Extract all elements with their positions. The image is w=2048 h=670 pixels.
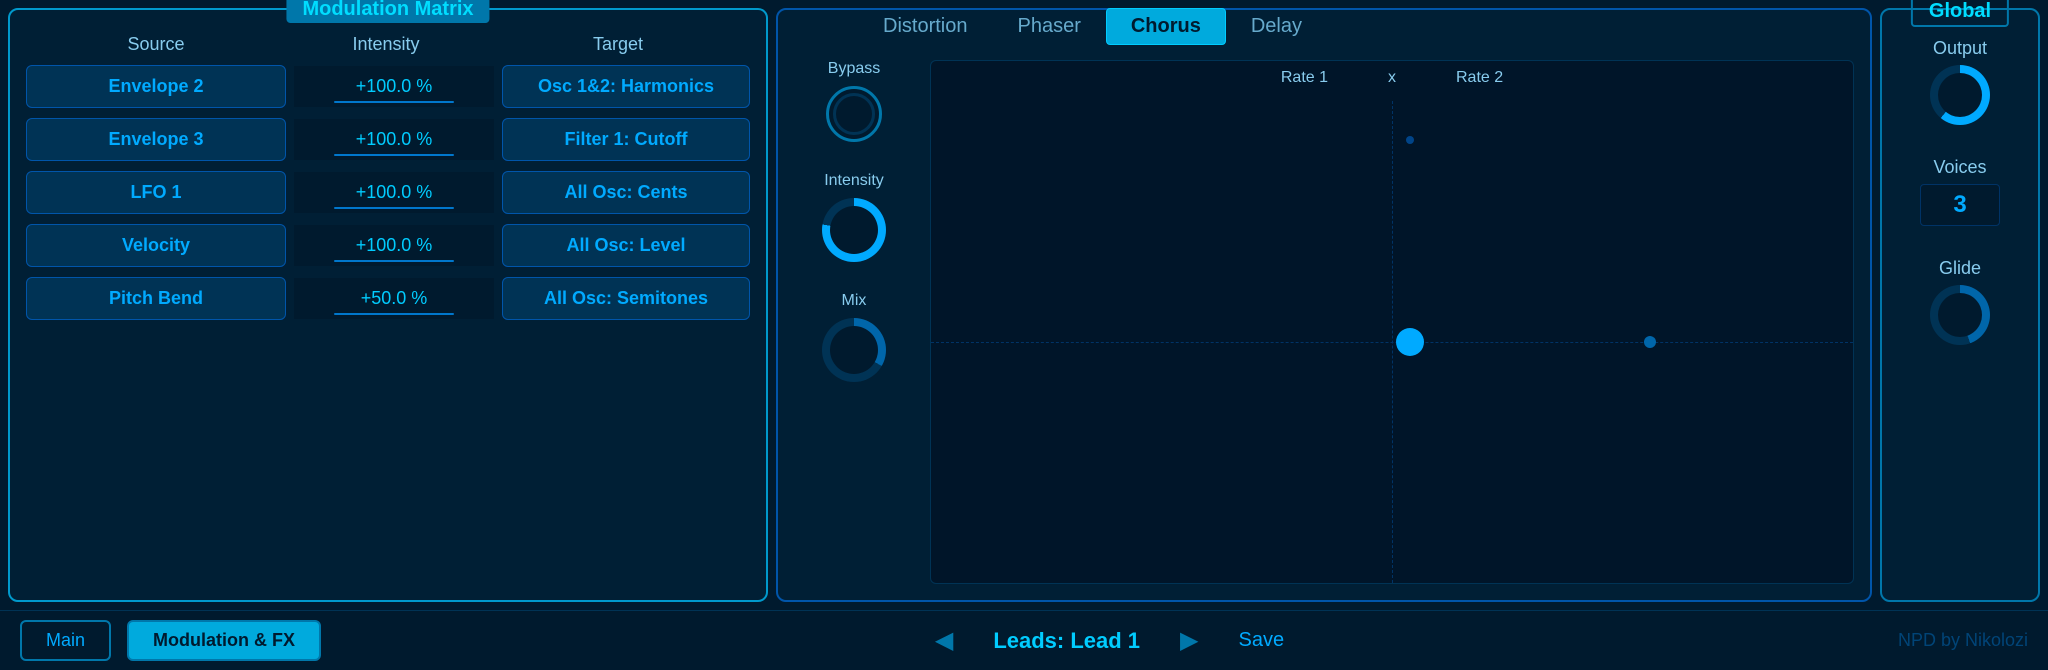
chorus-content: Bypass Intensity Mix Rate 1 x Rate 2 bbox=[778, 10, 1870, 600]
effects-tab-bar: Distortion Phaser Chorus Delay bbox=[778, 8, 1870, 45]
mod-intensity-3[interactable]: +100.0 % bbox=[294, 225, 494, 266]
tab-delay[interactable]: Delay bbox=[1226, 8, 1327, 45]
output-section: Output bbox=[1894, 38, 2026, 125]
xy-grid-header: Rate 1 x Rate 2 bbox=[931, 61, 1853, 95]
bottom-bar: Main Modulation & FX ◀ Leads: Lead 1 ▶ S… bbox=[0, 610, 2048, 670]
mod-row: LFO 1 +100.0 % All Osc: Cents bbox=[26, 171, 750, 214]
mod-target-4[interactable]: All Osc: Semitones bbox=[502, 277, 750, 320]
mod-intensity-2[interactable]: +100.0 % bbox=[294, 172, 494, 213]
mod-target-2[interactable]: All Osc: Cents bbox=[502, 171, 750, 214]
brand-label: NPD by Nikolozi bbox=[1898, 630, 2028, 651]
tab-chorus[interactable]: Chorus bbox=[1106, 8, 1226, 45]
output-label: Output bbox=[1933, 38, 1987, 59]
xy-point-top bbox=[1406, 136, 1414, 144]
voices-section: Voices 3 bbox=[1894, 157, 2026, 226]
mod-source-0[interactable]: Envelope 2 bbox=[26, 65, 286, 108]
mod-target-3[interactable]: All Osc: Level bbox=[502, 224, 750, 267]
prev-preset-button[interactable]: ◀ bbox=[935, 626, 953, 655]
rate2-label: Rate 2 bbox=[1456, 69, 1503, 87]
xy-point-main[interactable] bbox=[1396, 328, 1424, 356]
modulation-matrix-panel: Modulation Matrix Source Intensity Targe… bbox=[8, 8, 768, 602]
main-tab[interactable]: Main bbox=[20, 620, 111, 661]
mod-source-4[interactable]: Pitch Bend bbox=[26, 277, 286, 320]
rate1-label: Rate 1 bbox=[1281, 69, 1328, 87]
mod-intensity-4[interactable]: +50.0 % bbox=[294, 278, 494, 319]
glide-section: Glide bbox=[1894, 258, 2026, 345]
voices-display[interactable]: 3 bbox=[1920, 184, 2000, 226]
target-header: Target bbox=[486, 34, 750, 55]
intensity-control: Intensity bbox=[794, 172, 914, 262]
mod-row: Velocity +100.0 % All Osc: Level bbox=[26, 224, 750, 267]
mix-knob[interactable] bbox=[822, 318, 886, 382]
mod-source-1[interactable]: Envelope 3 bbox=[26, 118, 286, 161]
mod-intensity-1[interactable]: +100.0 % bbox=[294, 119, 494, 160]
bypass-label: Bypass bbox=[828, 60, 880, 78]
mod-row: Envelope 2 +100.0 % Osc 1&2: Harmonics bbox=[26, 65, 750, 108]
mod-matrix-header: Source Intensity Target bbox=[26, 34, 750, 55]
tab-phaser[interactable]: Phaser bbox=[992, 8, 1105, 45]
chorus-controls: Bypass Intensity Mix bbox=[794, 60, 914, 584]
xy-grid[interactable]: Rate 1 x Rate 2 bbox=[930, 60, 1854, 584]
save-button[interactable]: Save bbox=[1239, 629, 1285, 652]
preset-name: Leads: Lead 1 bbox=[993, 628, 1140, 654]
mod-matrix-title: Modulation Matrix bbox=[286, 0, 489, 23]
intensity-label: Intensity bbox=[824, 172, 884, 190]
global-title: Global bbox=[1911, 0, 2009, 27]
next-preset-button[interactable]: ▶ bbox=[1180, 626, 1198, 655]
source-header: Source bbox=[26, 34, 286, 55]
bypass-knob[interactable] bbox=[826, 86, 882, 142]
bottom-center: ◀ Leads: Lead 1 ▶ Save bbox=[337, 626, 1882, 655]
voices-label: Voices bbox=[1933, 157, 1986, 178]
global-panel: Global Output Voices 3 Glide bbox=[1880, 8, 2040, 602]
glide-label: Glide bbox=[1939, 258, 1981, 279]
grid-v-line bbox=[1392, 101, 1393, 583]
grid-area bbox=[931, 101, 1853, 583]
tab-distortion[interactable]: Distortion bbox=[858, 8, 992, 45]
glide-knob[interactable] bbox=[1930, 285, 1990, 345]
mod-target-1[interactable]: Filter 1: Cutoff bbox=[502, 118, 750, 161]
mod-row: Envelope 3 +100.0 % Filter 1: Cutoff bbox=[26, 118, 750, 161]
intensity-header: Intensity bbox=[286, 34, 486, 55]
mod-target-0[interactable]: Osc 1&2: Harmonics bbox=[502, 65, 750, 108]
mod-source-2[interactable]: LFO 1 bbox=[26, 171, 286, 214]
x-label: x bbox=[1388, 69, 1396, 87]
mod-row: Pitch Bend +50.0 % All Osc: Semitones bbox=[26, 277, 750, 320]
mod-source-3[interactable]: Velocity bbox=[26, 224, 286, 267]
mod-fx-tab[interactable]: Modulation & FX bbox=[127, 620, 321, 661]
xy-point-right bbox=[1644, 336, 1656, 348]
output-knob[interactable] bbox=[1930, 65, 1990, 125]
effects-panel: Distortion Phaser Chorus Delay Bypass In… bbox=[776, 8, 1872, 602]
intensity-knob[interactable] bbox=[822, 198, 886, 262]
mix-label: Mix bbox=[842, 292, 867, 310]
mod-intensity-0[interactable]: +100.0 % bbox=[294, 66, 494, 107]
mix-control: Mix bbox=[794, 292, 914, 382]
bypass-control: Bypass bbox=[794, 60, 914, 142]
